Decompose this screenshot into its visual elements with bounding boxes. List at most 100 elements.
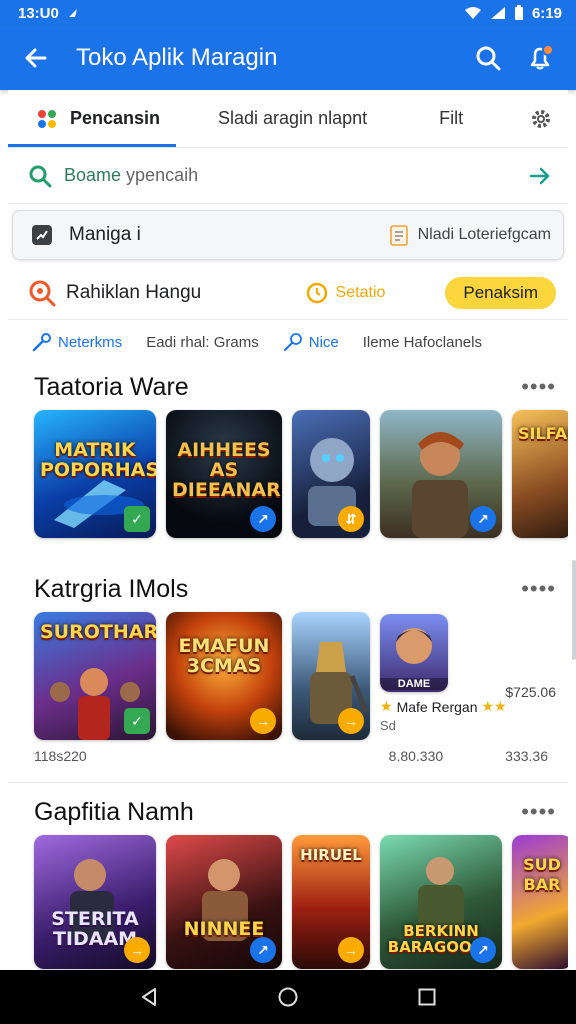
chip-row: Neterkms Eadi rhal: Grams Nice Ileme Haf… <box>8 320 568 364</box>
chip-theme[interactable]: Ileme Hafoclanels <box>363 334 482 351</box>
install-badge-icon: ↗ <box>250 937 276 963</box>
filter-secondary[interactable]: Setatio <box>336 284 386 302</box>
app-tile[interactable]: ⇵ <box>292 410 370 538</box>
arrow-right-icon[interactable] <box>528 164 552 188</box>
search-orange-icon <box>29 280 56 306</box>
gear-icon <box>532 109 550 128</box>
install-badge-icon: ↗ <box>250 506 276 532</box>
back-button[interactable] <box>16 38 56 78</box>
chip-games[interactable]: Eadi rhal: Grams <box>146 334 259 351</box>
tile-title: NINNEE <box>183 918 265 940</box>
tile-title: EMAFUN 3CMAS <box>178 635 270 677</box>
section-header: Katrgria IMols •••• <box>34 566 568 612</box>
tab-label: Pencansin <box>70 108 161 128</box>
nav-recents-button[interactable] <box>407 977 447 1017</box>
more-options-button[interactable]: •••• <box>521 799 556 825</box>
status-time: 13:U0 <box>18 4 59 22</box>
tile-title: SUROTHAR <box>40 621 156 643</box>
chip-label: Nice <box>308 333 339 351</box>
tile-title: AIHHEES AS DIEEANAR <box>172 439 281 501</box>
tab-indicator <box>8 144 176 147</box>
chip-label: Neterkms <box>58 333 123 351</box>
app-tile[interactable]: SUD BAR <box>512 835 568 969</box>
featured-app-card[interactable]: DAME $725.06 ★ Mafe Rergan ★★ Sd <box>380 612 568 740</box>
notification-dot <box>542 44 554 56</box>
search-placeholder-green: Boame <box>64 165 122 185</box>
app-tile[interactable]: AIHHEES AS DIEEANAR ↗ <box>166 410 282 538</box>
app-tile[interactable]: STERITA TIDAAM → <box>34 835 156 969</box>
app-tile[interactable]: EMAFUN 3CMAS → <box>166 612 282 740</box>
app-tile[interactable]: SILFAL <box>512 410 568 538</box>
search-placeholder-gray: ypencaih <box>121 165 199 185</box>
main-content: Pencansin Sladi aragin nlapnt Filt Boame… <box>8 90 568 970</box>
install-badge-icon: ↗ <box>470 937 496 963</box>
tile-title: SUD BAR <box>523 855 561 894</box>
manage-label: Maniga i <box>69 224 141 245</box>
clock-icon <box>306 282 327 303</box>
app-row: SUROTHAR ✓ EMAFUN 3CMAS → → DAME $725.06… <box>34 612 568 742</box>
tab-filter[interactable]: Filt <box>439 90 463 148</box>
section-title: Katrgria IMols <box>34 574 189 603</box>
nav-back-button[interactable] <box>129 977 169 1017</box>
app-tile[interactable]: NINNEE ↗ <box>166 835 282 969</box>
key-icon <box>32 333 51 352</box>
notifications-button[interactable] <box>520 38 560 78</box>
install-badge-icon: ⇵ <box>338 506 364 532</box>
featured-price-top: $725.06 <box>505 684 556 700</box>
meta-row: 118s220 8.80.330 333.36 <box>34 748 568 768</box>
chip-label: Ileme Hafoclanels <box>362 333 482 351</box>
filter-row: Rahiklan Hangu Setatio Penaksim <box>8 266 568 320</box>
manage-icon <box>32 225 52 245</box>
search-icon <box>476 46 501 71</box>
section-graphics: Gapfitia Namh •••• STERITA TIDAAM → NINN… <box>8 789 568 970</box>
manage-apps-card[interactable]: Maniga i Nladi Loteriefgcam <box>12 210 564 260</box>
install-badge-icon: ↗ <box>470 506 496 532</box>
square-recents-icon <box>418 988 436 1006</box>
install-badge-icon: ✓ <box>124 708 150 734</box>
chip-networks[interactable]: Neterkms <box>32 332 122 352</box>
section-title: Taatoria Ware <box>34 372 189 401</box>
arrow-left-icon <box>25 48 47 68</box>
app-title: Toko Aplik Maragin <box>76 44 278 71</box>
chip-nice[interactable]: Nice <box>283 332 339 352</box>
install-badge-icon: ✓ <box>124 506 150 532</box>
search-input[interactable]: Boame ypencaih <box>8 148 568 204</box>
star-icon: ★★ <box>481 698 507 714</box>
more-options-button[interactable]: •••• <box>521 374 556 400</box>
nav-home-button[interactable] <box>268 977 308 1017</box>
featured-rating: Sd <box>380 718 396 733</box>
app-tile[interactable]: ↗ <box>380 410 502 538</box>
app-tile[interactable]: SUROTHAR ✓ <box>34 612 156 740</box>
section-header: Taatoria Ware •••• <box>34 364 568 410</box>
penaksim-button[interactable]: Penaksim <box>445 276 556 309</box>
manage-note: Nladi Loteriefgcam <box>417 226 551 243</box>
wifi-icon <box>464 7 481 19</box>
tab-label: Filt <box>439 108 464 128</box>
tab-sladi[interactable]: Sladi aragin nlapnt <box>218 90 367 148</box>
battery-icon <box>514 5 523 20</box>
settings-button[interactable] <box>530 90 552 148</box>
app-tile[interactable]: BERKINN BARAGOOKS ↗ <box>380 835 502 969</box>
more-options-button[interactable]: •••• <box>521 576 556 602</box>
section-title: Gapfitia Namh <box>34 797 194 826</box>
signal-icon <box>490 7 505 19</box>
triangle-back-icon <box>142 988 157 1006</box>
featured-app-icon: DAME <box>380 614 448 692</box>
search-icon <box>29 165 52 187</box>
app-tile[interactable]: → <box>292 612 370 740</box>
tile-title: MATRIK POPORHAS <box>40 439 156 481</box>
search-placeholder: Boame ypencaih <box>64 165 528 186</box>
featured-app-name: DAME <box>380 678 448 690</box>
meta-mid: 8.80.330 <box>388 748 444 764</box>
section-header: Gapfitia Namh •••• <box>34 789 568 835</box>
featured-title-row: ★ Mafe Rergan ★★ <box>380 698 507 715</box>
scrollbar[interactable] <box>572 560 576 660</box>
app-tile[interactable]: MATRIK POPORHAS ✓ <box>34 410 156 538</box>
app-tile[interactable]: HIRUEL → <box>292 835 370 969</box>
location-icon <box>68 9 77 17</box>
install-badge-icon: → <box>338 708 364 734</box>
circle-home-icon <box>278 987 298 1007</box>
document-icon <box>389 225 408 246</box>
tab-pencarian[interactable]: Pencansin <box>8 90 176 148</box>
search-button[interactable] <box>468 38 508 78</box>
